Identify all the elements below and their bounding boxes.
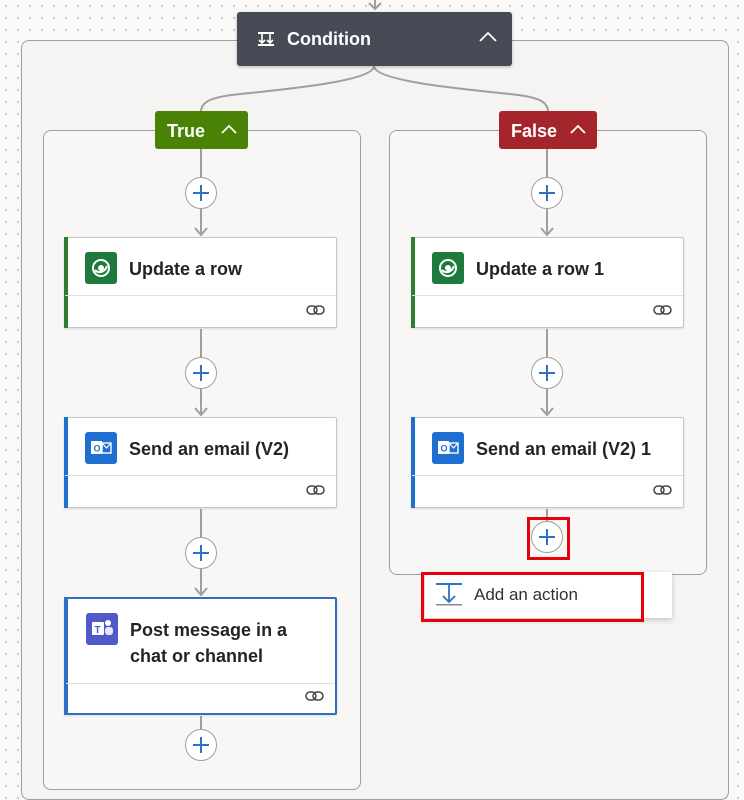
highlight-box: [421, 572, 644, 622]
insert-step-button[interactable]: [185, 537, 217, 569]
plus-icon: [193, 545, 209, 561]
action-title: Update a row 1: [476, 259, 605, 279]
condition-icon: [258, 32, 274, 46]
plus-icon: [539, 365, 555, 381]
card-accent: [64, 417, 68, 508]
outlook-icon: O: [85, 432, 117, 464]
action-title: Update a row: [129, 259, 243, 279]
card-accent: [64, 237, 68, 328]
insert-step-button[interactable]: [531, 177, 563, 209]
insert-step-button[interactable]: [185, 357, 217, 389]
link-icon[interactable]: [653, 483, 673, 497]
plus-icon: [193, 737, 209, 753]
svg-text:O: O: [441, 444, 448, 454]
action-title-line2: chat or channel: [130, 646, 264, 666]
plus-icon: [193, 185, 209, 201]
insert-step-button[interactable]: [185, 177, 217, 209]
false-branch-label: False: [511, 121, 558, 141]
link-icon[interactable]: [653, 303, 673, 317]
divider: [412, 295, 683, 296]
true-branch-label: True: [167, 121, 206, 141]
connector-line: [200, 149, 202, 178]
action-card-update-row-1[interactable]: Update a row 1: [411, 237, 684, 328]
action-card-send-email[interactable]: O Send an email (V2): [64, 417, 337, 508]
arrow-down-icon: [194, 407, 208, 417]
false-branch-header[interactable]: False: [499, 111, 597, 149]
card-accent: [411, 417, 415, 508]
dataverse-icon: [432, 252, 464, 284]
arrow-down-icon: [540, 407, 554, 417]
action-card-post-message[interactable]: T Post message in a chat or channel: [64, 597, 337, 715]
connector-line: [200, 509, 202, 538]
link-icon[interactable]: [306, 483, 326, 497]
dataverse-icon: [85, 252, 117, 284]
card-accent: [411, 237, 415, 328]
insert-step-button[interactable]: [531, 357, 563, 389]
action-title-line1: Post message in a: [130, 620, 288, 640]
arrow-down-icon: [194, 227, 208, 237]
chevron-up-icon[interactable]: [569, 123, 587, 135]
true-branch-header[interactable]: True: [155, 111, 248, 149]
chevron-up-icon[interactable]: [478, 30, 498, 44]
connector-line: [546, 149, 548, 178]
action-card-update-row[interactable]: Update a row: [64, 237, 337, 328]
plus-icon: [539, 185, 555, 201]
highlight-box: [527, 517, 570, 560]
insert-step-button[interactable]: [185, 729, 217, 761]
arrow-down-icon: [540, 227, 554, 237]
card-accent: [64, 597, 68, 715]
connector-line: [546, 329, 548, 358]
connector-line: [200, 716, 202, 730]
action-title: Send an email (V2) 1: [476, 439, 652, 459]
divider: [412, 475, 683, 476]
divider: [66, 683, 335, 684]
condition-title: Condition: [287, 29, 371, 49]
divider: [65, 475, 336, 476]
action-card-send-email-1[interactable]: O Send an email (V2) 1: [411, 417, 684, 508]
plus-icon: [193, 365, 209, 381]
arrow-down-icon: [194, 587, 208, 597]
connector-line: [200, 329, 202, 358]
svg-text:T: T: [95, 625, 101, 636]
teams-icon: T: [86, 613, 118, 645]
chevron-up-icon[interactable]: [220, 123, 238, 135]
link-icon[interactable]: [305, 689, 325, 703]
outlook-icon: O: [432, 432, 464, 464]
action-title: Send an email (V2): [129, 439, 290, 459]
svg-text:O: O: [94, 444, 101, 454]
link-icon[interactable]: [306, 303, 326, 317]
divider: [65, 295, 336, 296]
condition-header[interactable]: Condition: [237, 12, 512, 66]
